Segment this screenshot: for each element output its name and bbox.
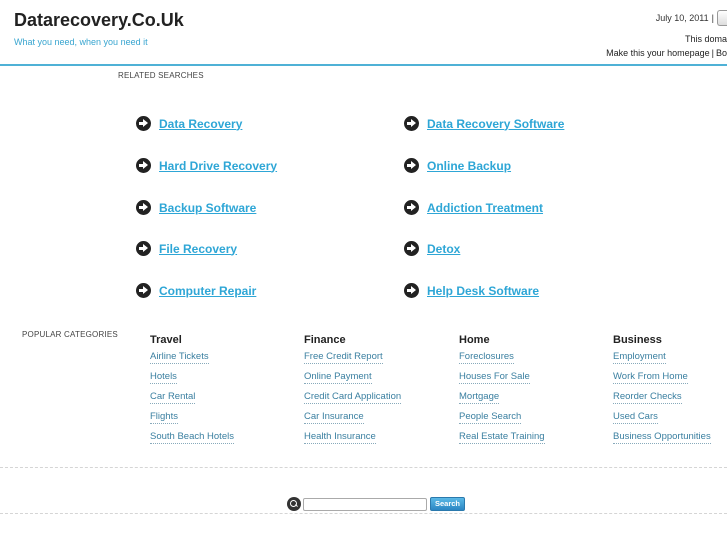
- site-tagline: What you need, when you need it: [14, 37, 148, 47]
- category-link[interactable]: Employment: [613, 350, 711, 370]
- category-title: Home: [459, 334, 490, 346]
- popular-categories-label: POPULAR CATEGORIES: [22, 330, 118, 339]
- divider: [0, 467, 727, 468]
- category-link[interactable]: Houses For Sale: [459, 370, 545, 390]
- divider: [0, 513, 727, 514]
- current-date: July 10, 2011: [655, 13, 709, 23]
- related-link-label[interactable]: Online Backup: [427, 159, 511, 173]
- category-travel: Travel Airline Tickets Hotels Car Rental…: [150, 334, 234, 450]
- category-link[interactable]: Hotels: [150, 370, 234, 390]
- related-link[interactable]: Computer Repair: [136, 283, 256, 298]
- arrow-right-icon: [404, 158, 419, 173]
- related-link[interactable]: File Recovery: [136, 241, 237, 256]
- category-link[interactable]: Mortgage: [459, 390, 545, 410]
- related-link-label[interactable]: Computer Repair: [159, 284, 256, 298]
- search-button[interactable]: Search: [430, 497, 466, 511]
- category-link[interactable]: Credit Card Application: [304, 390, 402, 410]
- category-link[interactable]: Used Cars: [613, 410, 711, 430]
- arrow-right-icon: [404, 200, 419, 215]
- related-link[interactable]: Backup Software: [136, 200, 256, 215]
- date-separator: |: [711, 13, 714, 23]
- domain-notice: This doma: [684, 34, 727, 44]
- make-homepage-link[interactable]: Make this your homepage: [606, 48, 710, 58]
- category-finance: Finance Free Credit Report Online Paymen…: [304, 334, 402, 450]
- related-link-label[interactable]: Data Recovery Software: [427, 117, 564, 131]
- category-title: Finance: [304, 334, 346, 346]
- category-home: Home Foreclosures Houses For Sale Mortga…: [459, 334, 545, 450]
- category-link[interactable]: Flights: [150, 410, 234, 430]
- related-link-label[interactable]: File Recovery: [159, 242, 237, 256]
- related-link[interactable]: Data Recovery Software: [404, 116, 564, 131]
- category-link[interactable]: Work From Home: [613, 370, 711, 390]
- related-link-label[interactable]: Help Desk Software: [427, 284, 539, 298]
- related-link[interactable]: Addiction Treatment: [404, 200, 543, 215]
- category-link[interactable]: Airline Tickets: [150, 350, 234, 370]
- category-link[interactable]: Free Credit Report: [304, 350, 401, 370]
- related-link-label[interactable]: Hard Drive Recovery: [159, 159, 277, 173]
- arrow-right-icon: [136, 116, 151, 131]
- arrow-right-icon: [404, 283, 419, 298]
- category-title: Business: [613, 334, 662, 346]
- search-icon: [287, 497, 301, 511]
- related-searches-label: RELATED SEARCHES: [118, 71, 204, 80]
- category-link[interactable]: South Beach Hotels: [150, 430, 234, 450]
- category-link[interactable]: Real Estate Training: [459, 430, 545, 450]
- related-link-label[interactable]: Detox: [427, 242, 460, 256]
- site-title[interactable]: Datarecovery.Co.Uk: [14, 10, 184, 31]
- arrow-right-icon: [404, 241, 419, 256]
- category-link[interactable]: Reorder Checks: [613, 390, 711, 410]
- related-link[interactable]: Online Backup: [404, 158, 511, 173]
- header-button[interactable]: [717, 10, 727, 26]
- homepage-separator: |: [711, 48, 714, 58]
- arrow-right-icon: [404, 116, 419, 131]
- search-bar: Search: [287, 497, 466, 511]
- arrow-right-icon: [136, 283, 151, 298]
- related-link[interactable]: Detox: [404, 241, 460, 256]
- search-input[interactable]: [303, 497, 427, 511]
- category-link[interactable]: Online Payment: [304, 370, 401, 390]
- related-link[interactable]: Help Desk Software: [404, 283, 539, 298]
- homepage-line: Make this your homepage | Bo: [606, 48, 727, 58]
- related-link-label[interactable]: Backup Software: [159, 201, 256, 215]
- category-link[interactable]: Car Rental: [150, 390, 234, 410]
- category-link[interactable]: Foreclosures: [459, 350, 545, 370]
- category-business: Business Employment Work From Home Reord…: [613, 334, 711, 450]
- date-line: July 10, 2011 |: [656, 10, 727, 26]
- bookmark-link[interactable]: Bo: [716, 48, 727, 58]
- related-link[interactable]: Hard Drive Recovery: [136, 158, 277, 173]
- category-link[interactable]: Car Insurance: [304, 410, 401, 430]
- category-link[interactable]: People Search: [459, 410, 545, 430]
- category-title: Travel: [150, 334, 182, 346]
- arrow-right-icon: [136, 200, 151, 215]
- related-link[interactable]: Data Recovery: [136, 116, 242, 131]
- page-header: Datarecovery.Co.Uk What you need, when y…: [0, 0, 727, 66]
- category-link[interactable]: Business Opportunities: [613, 430, 711, 450]
- arrow-right-icon: [136, 158, 151, 173]
- arrow-right-icon: [136, 241, 151, 256]
- related-link-label[interactable]: Addiction Treatment: [427, 201, 543, 215]
- related-link-label[interactable]: Data Recovery: [159, 117, 242, 131]
- category-link[interactable]: Health Insurance: [304, 430, 401, 450]
